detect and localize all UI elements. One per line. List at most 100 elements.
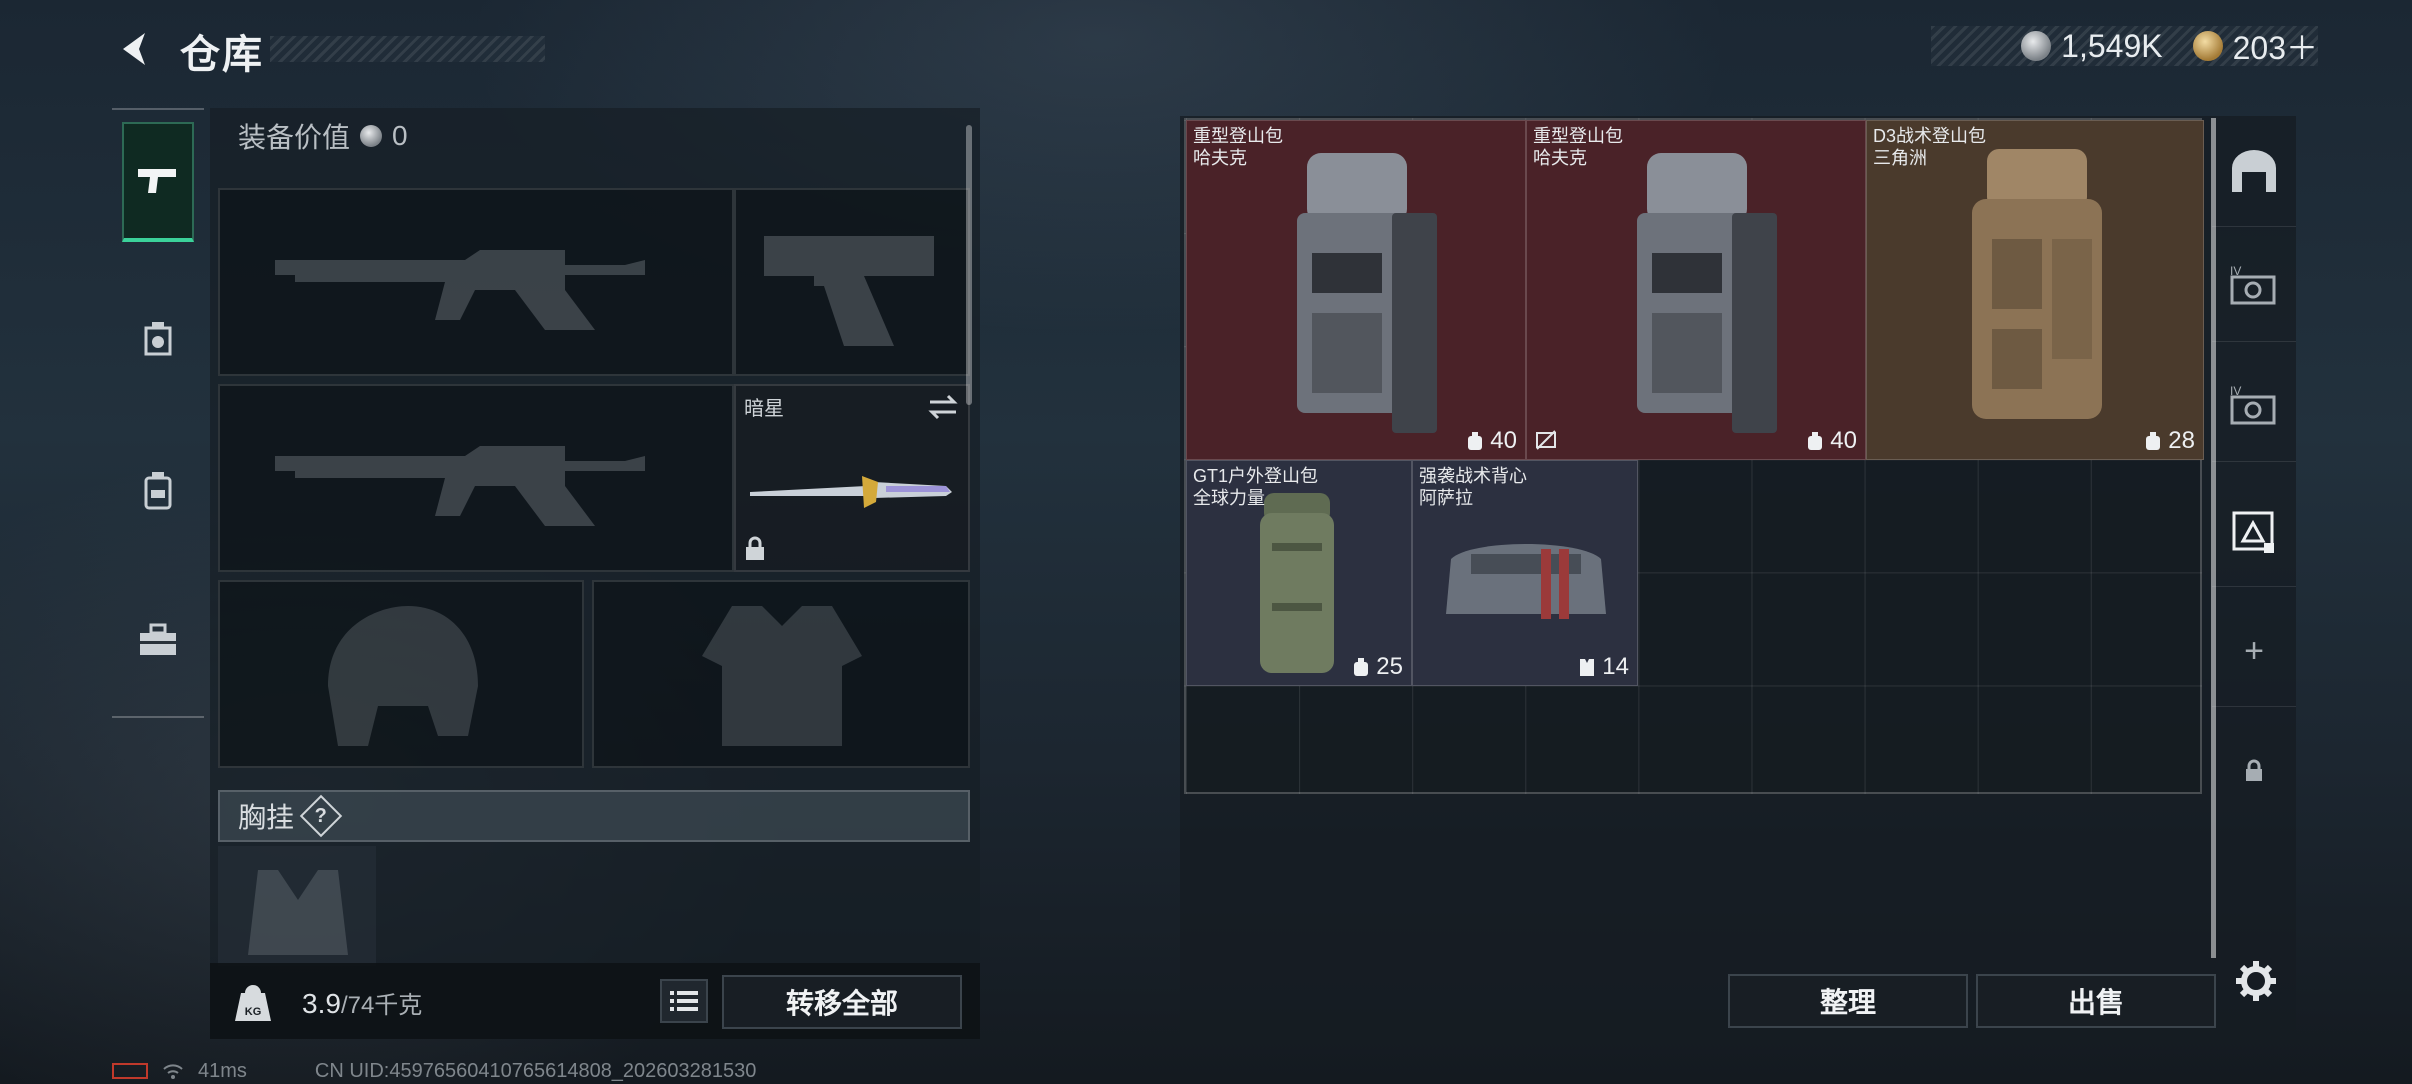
chest-rig-header: 胸挂 ? [218,790,970,842]
svg-text:IV: IV [2230,384,2241,398]
pistol-icon [138,169,176,193]
wifi-icon [163,1064,183,1079]
capacity-icon [1808,432,1823,450]
item-capacity: 28 [2144,427,2195,455]
help-button[interactable]: ? [299,794,343,838]
add-storage-button[interactable]: + [2212,596,2296,707]
transfer-all-button[interactable]: 转移全部 [722,975,962,1029]
weight-readout: 3.9/74千克 [302,985,422,1020]
warehouse-icon [2232,150,2276,192]
sidearm-slot[interactable] [734,188,970,376]
tab-storage-main[interactable] [2212,116,2296,227]
category-backpack[interactable] [122,430,194,550]
chest-rig-label: 胸挂 [238,802,295,833]
capacity-value: 40 [1490,427,1517,454]
swap-icon[interactable] [926,392,960,422]
armor-icon [144,322,172,356]
item-name: GT1户外登山包 全球力量 [1193,466,1319,508]
item-card[interactable]: GT1户外登山包 全球力量 25 [1186,460,1412,686]
page-title: 仓库 [180,33,264,77]
heavy-backpack-icon [1297,153,1437,433]
body-armor-slot[interactable] [592,580,970,768]
weight-max: /74千克 [340,992,423,1019]
item-name: D3战术登山包 三角洲 [1873,126,1987,168]
status-bar: 41ms CN UID:4597656041076561480‌8_202603… [112,1058,756,1084]
sell-button[interactable]: 出售 [1976,974,2216,1028]
equipment-value-label: 装备价值 [238,122,351,153]
toolbox-icon [140,623,176,655]
capacity-value: 25 [1376,653,1403,680]
tactical-vest-icon [1446,544,1606,619]
storage-tab-rail: IV IV + [2212,116,2296,816]
tactical-backpack-icon [1972,149,2102,419]
vest-capacity-icon [1580,659,1595,676]
tab-storage-case-3-active[interactable] [2212,476,2296,587]
tab-storage-case-1[interactable]: IV [2212,231,2296,342]
equipment-value: 装备价值 0 [238,116,408,156]
battery-icon [112,1063,148,1079]
rifle-silhouette-icon [275,250,645,330]
silver-amount: 1,549K [2061,27,2163,64]
list-view-button[interactable] [660,979,708,1023]
helmet-slot[interactable] [218,580,584,768]
rifle-silhouette-icon [275,446,645,526]
item-card[interactable]: 重型登山包 哈夫克 40 [1526,120,1866,460]
item-name: 重型登山包 哈夫克 [1193,126,1283,168]
item-name: 重型登山包 哈夫克 [1533,126,1623,168]
settings-button[interactable] [2230,955,2282,1007]
title-decoration [270,36,545,62]
item-capacity: 40 [1806,427,1857,455]
vest-silhouette-icon [702,606,862,746]
melee-name: 暗星 [744,398,784,420]
weight-icon: KG [228,977,278,1027]
item-card[interactable]: 强袭战术背心 阿萨拉 14 [1412,460,1638,686]
plus-icon: + [2244,631,2264,670]
capacity-value: 40 [1830,427,1857,454]
help-icon: ? [314,804,328,827]
item-name: 强袭战术背心 阿萨拉 [1419,466,1527,508]
backpack-icon [144,472,172,510]
category-rail [112,108,204,718]
category-weapons[interactable] [122,122,194,242]
silver-coin-icon [2021,31,2052,61]
primary-weapon-slot-1[interactable] [218,188,734,376]
container-grid: 重型登山包 哈夫克 40 重型登山包 哈夫克 40 D3战术登山包 三角洲 28… [1184,118,2204,794]
capacity-icon [1354,658,1369,676]
melee-slot[interactable]: 暗星 [734,384,970,572]
helmet-silhouette-icon [328,606,478,746]
equipment-panel: 装备价值 0 暗星 胸挂 ? [210,108,980,1038]
chest-rig-slot[interactable] [218,846,376,966]
category-helmet[interactable] [122,280,194,400]
primary-weapon-slot-2[interactable] [218,384,734,572]
duffel-backpack-icon [1260,493,1334,673]
chest-rig-silhouette-icon [248,870,348,955]
active-case-icon [2232,511,2274,553]
silver-coin-icon [360,125,383,147]
back-arrow-icon [123,33,145,65]
capacity-value: 28 [2168,427,2195,454]
sort-button[interactable]: 整理 [1728,974,1968,1028]
item-card[interactable]: D3战术登山包 三角洲 28 [1866,120,2204,460]
capacity-icon [1468,432,1483,450]
item-capacity: 25 [1352,653,1403,681]
gold-coin-icon [2192,31,2223,61]
case-icon: IV [2230,384,2276,425]
weight-current: 3.9 [302,988,341,1019]
gear-icon [2236,961,2276,1001]
tab-storage-case-2[interactable]: IV [2212,351,2296,462]
equipment-value-amount: 0 [392,120,408,151]
back-button[interactable] [110,24,160,74]
heavy-backpack-icon [1637,153,1777,433]
gold-amount[interactable]: 203＋ [2233,23,2318,69]
item-card[interactable]: 重型登山包 哈夫克 40 [1186,120,1526,460]
weight-bar: KG 3.9/74千克 转移全部 [210,963,980,1039]
locked-storage-slot[interactable] [2212,716,2296,826]
case-icon: IV [2230,264,2276,305]
svg-text:KG: KG [245,1006,262,1018]
currency-bar: 1,549K 203＋ [1931,26,2318,66]
svg-text:IV: IV [2230,264,2241,278]
pistol-silhouette-icon [764,236,934,346]
equipment-scrollbar[interactable] [966,125,972,405]
kettlebell-icon: KG [235,985,271,1021]
category-toolbox[interactable] [122,580,194,700]
